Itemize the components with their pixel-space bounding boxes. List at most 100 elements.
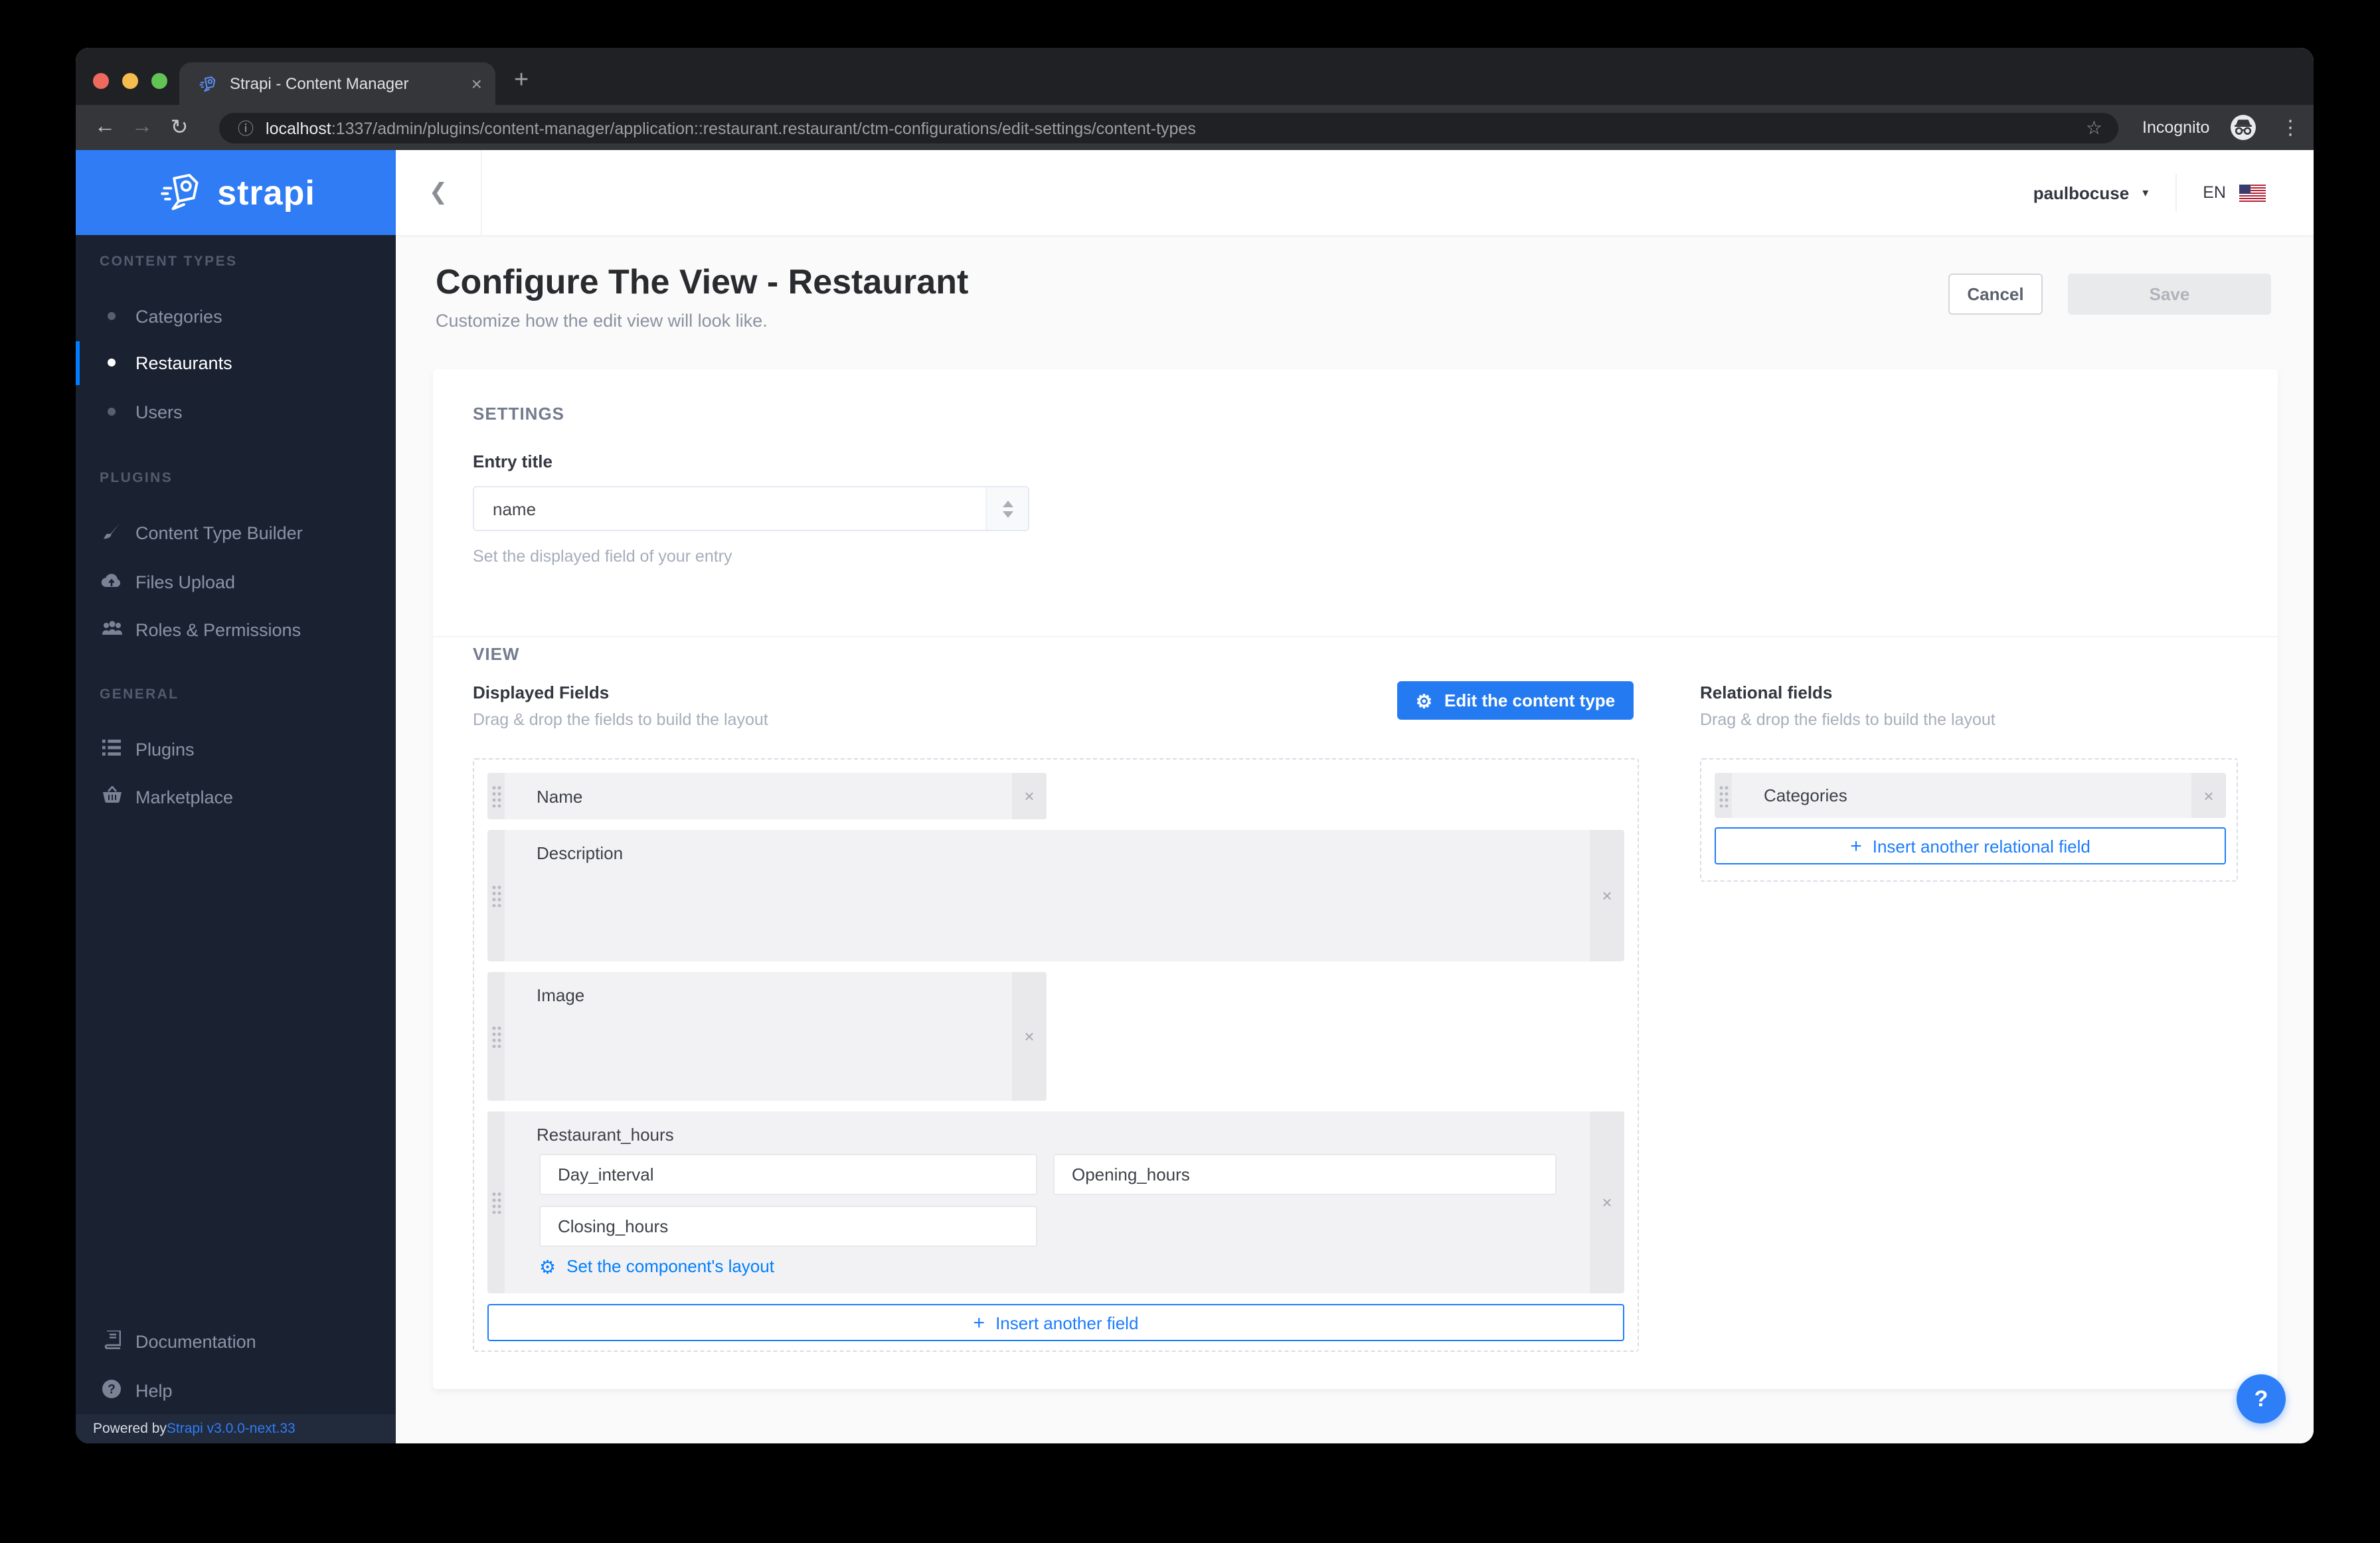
macos-minimize-button[interactable] [122,73,138,89]
sidebar-item-label: Roles & Permissions [135,619,301,639]
remove-field-icon[interactable]: × [1590,1111,1624,1293]
url-path: :1337/admin/plugins/content-manager/appl… [331,119,1196,137]
component-field-opening-hours[interactable]: Opening_hours [1053,1154,1557,1195]
tab-close-icon[interactable]: × [471,74,482,93]
edit-content-type-button[interactable]: ⚙ Edit the content type [1397,681,1634,720]
url-bar[interactable]: ⓘ localhost:1337/admin/plugins/content-m… [219,113,2118,143]
set-component-layout-label: Set the component's layout [566,1256,774,1276]
sidebar-item-restaurants[interactable]: Restaurants [76,341,396,384]
tab-title: Strapi - Content Manager [230,74,471,93]
divider [2175,174,2176,211]
strapi-favicon [198,74,218,94]
new-tab-button[interactable]: + [514,66,529,96]
caret-down-icon[interactable]: ▾ [2142,185,2148,200]
brand-name: strapi [217,172,315,213]
relational-fields-title: Relational fields [1700,683,1832,702]
sidebar-item-marketplace[interactable]: Marketplace [76,775,396,818]
displayed-fields-dropzone: Name × Description × Image [473,758,1639,1352]
sidebar-item-plugins[interactable]: Plugins [76,728,396,770]
drag-handle-icon[interactable] [487,1111,505,1293]
field-row-restaurant-hours[interactable]: Restaurant_hours Day_interval Opening_ho… [487,1111,1624,1293]
screen: Strapi - Content Manager × + ← → ↻ ⓘ loc… [0,0,2380,1543]
sidebar-item-label: Plugins [135,739,195,759]
component-field-closing-hours[interactable]: Closing_hours [539,1206,1037,1247]
drag-handle-icon[interactable] [487,830,505,961]
brush-icon [100,521,124,544]
component-field-day-interval[interactable]: Day_interval [539,1154,1037,1195]
plus-icon: + [1850,836,1862,856]
drag-handle-icon[interactable] [487,972,505,1101]
app-header-right: paulbocuse ▾ EN [2033,150,2266,235]
sidebar-item-label: Marketplace [135,787,233,807]
insert-field-label: Insert another field [995,1313,1138,1333]
remove-field-icon[interactable]: × [1012,773,1047,819]
remove-field-icon[interactable]: × [1012,972,1047,1101]
locale-label[interactable]: EN [2203,183,2226,202]
question-circle-icon: ? [100,1379,124,1402]
browser-tab[interactable]: Strapi - Content Manager × [179,62,495,105]
sidebar-item-users[interactable]: Users [76,390,396,433]
settings-card: SETTINGS Entry title name Set the displa… [433,369,2278,1389]
drag-handle-icon[interactable] [487,773,505,819]
browser-toolbar: ← → ↻ ⓘ localhost:1337/admin/plugins/con… [76,105,2314,150]
site-info-icon[interactable]: ⓘ [238,117,254,139]
insert-relational-field-button[interactable]: + Insert another relational field [1715,827,2226,864]
cancel-button[interactable]: Cancel [1948,274,2043,315]
field-row-image[interactable]: Image × [487,972,1047,1101]
incognito-icon [2230,114,2256,141]
section-plugins: PLUGINS [100,470,173,486]
incognito-label: Incognito [2142,118,2209,137]
us-flag-icon[interactable] [2239,184,2266,201]
sidebar-item-label: Files Upload [135,572,235,592]
reload-icon[interactable]: ↻ [161,114,198,141]
select-caret-icon[interactable] [985,487,1028,530]
page-subtitle: Customize how the edit view will look li… [436,311,768,331]
macos-zoom-button[interactable] [151,73,167,89]
strapi-rocket-icon [156,169,204,216]
strapi-logo[interactable]: strapi [76,150,396,235]
back-chevron-button[interactable]: ❮ [396,150,482,235]
sidebar-item-documentation[interactable]: Documentation [76,1320,396,1362]
entry-title-label: Entry title [473,451,552,471]
insert-another-field-button[interactable]: + Insert another field [487,1304,1624,1341]
set-component-layout-link[interactable]: ⚙ Set the component's layout [539,1256,774,1276]
back-icon[interactable]: ← [86,116,124,139]
sidebar-item-label: Help [135,1380,173,1400]
entry-title-value: name [474,499,985,519]
component-label: Restaurant_hours [537,1125,674,1145]
macos-close-button[interactable] [93,73,109,89]
relational-fields-dropzone: Categories × + Insert another relational… [1700,758,2238,882]
bullet-icon [108,408,116,416]
remove-field-icon[interactable]: × [2191,773,2226,818]
field-label: Image [537,985,584,1005]
field-row-categories[interactable]: Categories × [1715,773,2226,818]
sidebar-item-label: Content Type Builder [135,523,303,542]
browser-menu-icon[interactable]: ⋮ [2280,116,2300,139]
help-fab-button[interactable]: ? [2237,1374,2286,1423]
sidebar-footer: Powered by Strapi v3.0.0-next.33 [76,1414,396,1443]
sidebar-item-help[interactable]: ? Help [76,1369,396,1412]
gear-icon: ⚙ [539,1257,556,1275]
sidebar-item-categories[interactable]: Categories [76,295,396,337]
sidebar-item-content-type-builder[interactable]: Content Type Builder [76,511,396,554]
view-section-label: VIEW [473,644,519,664]
url-text: localhost:1337/admin/plugins/content-man… [266,119,2086,137]
displayed-fields-subtitle: Drag & drop the fields to build the layo… [473,710,768,729]
sidebar: strapi CONTENT TYPES Categories Restaura… [76,150,396,1443]
user-menu[interactable]: paulbocuse [2033,183,2130,203]
sidebar-item-roles-permissions[interactable]: Roles & Permissions [76,608,396,651]
strapi-version-link[interactable]: Strapi v3.0.0-next.33 [167,1421,296,1437]
list-icon [100,739,124,759]
chevron-left-icon: ❮ [429,179,448,206]
sidebar-item-files-upload[interactable]: Files Upload [76,560,396,603]
forward-icon[interactable]: → [124,116,161,139]
content-column: ❮ paulbocuse ▾ EN [396,150,2314,1443]
field-row-name[interactable]: Name × [487,773,1047,819]
entry-title-select[interactable]: name [473,486,1029,531]
divider [433,636,2278,637]
bookmark-star-icon[interactable]: ☆ [2086,117,2102,139]
remove-field-icon[interactable]: × [1590,830,1624,961]
basket-icon [100,786,124,807]
field-row-description[interactable]: Description × [487,830,1624,961]
drag-handle-icon[interactable] [1715,773,1732,818]
